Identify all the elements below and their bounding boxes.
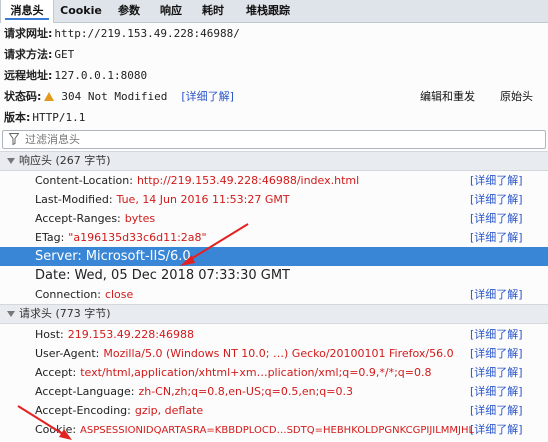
learn-more-link[interactable]: [详细了解] xyxy=(470,363,523,382)
header-value: close xyxy=(104,288,134,301)
method-row: 请求方法: GET xyxy=(4,45,74,65)
header-name: Date: xyxy=(35,268,71,283)
learn-more-link[interactable]: [详细了解] xyxy=(470,190,523,209)
request-headers-title: 请求头 (773 字节) xyxy=(19,307,111,320)
remote-address-value: 127.0.0.1:8080 xyxy=(54,69,148,82)
raw-headers-button[interactable]: 原始头 xyxy=(500,87,533,107)
header-row[interactable]: Accept-Ranges: bytes [详细了解] xyxy=(0,209,548,228)
response-headers-section-header[interactable]: 响应头 (267 字节) xyxy=(0,151,548,171)
learn-more-link[interactable]: [详细了解] xyxy=(470,420,523,439)
version-value: HTTP/1.1 xyxy=(32,111,86,124)
learn-more-link[interactable]: [详细了解] xyxy=(470,344,523,363)
tab-timing[interactable]: 耗时 xyxy=(194,0,232,22)
request-url-value: http://219.153.49.228:46988/ xyxy=(54,27,240,40)
method-label: 请求方法: xyxy=(4,48,53,61)
status-value: 304 Not Modified xyxy=(61,90,168,103)
response-headers-title: 响应头 (267 字节) xyxy=(19,154,111,167)
request-url-row: 请求网址: http://219.153.49.228:46988/ xyxy=(4,24,240,44)
header-name: ETag: xyxy=(35,231,65,244)
header-name: Connection: xyxy=(35,288,101,301)
remote-row: 远程地址: 127.0.0.1:8080 xyxy=(4,66,147,86)
header-row-selected[interactable]: Server: Microsoft-IIS/6.0 xyxy=(0,247,548,266)
tab-response[interactable]: 响应 xyxy=(152,0,190,22)
header-value: Tue, 14 Jun 2016 11:53:27 GMT xyxy=(116,193,290,206)
method-value: GET xyxy=(54,48,75,61)
header-row[interactable]: Date: Wed, 05 Dec 2018 07:33:30 GMT xyxy=(0,266,548,285)
learn-more-link[interactable]: [详细了解] xyxy=(470,228,523,247)
status-learn-more-link[interactable]: [详细了解] xyxy=(181,90,234,103)
header-name: Accept: xyxy=(35,366,77,379)
edit-resend-button[interactable]: 编辑和重发 xyxy=(420,87,475,107)
header-name: Accept-Language: xyxy=(35,385,135,398)
request-summary: 请求网址: http://219.153.49.228:46988/ 请求方法: G… xyxy=(0,23,548,130)
collapse-triangle-icon xyxy=(7,158,15,164)
header-row[interactable]: Accept-Encoding: gzip, deflate [详细了解] xyxy=(0,401,548,420)
header-value: http://219.153.49.228:46988/index.html xyxy=(136,174,360,187)
learn-more-link[interactable]: [详细了解] xyxy=(470,401,523,420)
header-value: Microsoft-IIS/6.0 xyxy=(85,249,191,264)
version-row: 版本: HTTP/1.1 xyxy=(4,108,85,128)
header-name: Last-Modified: xyxy=(35,193,113,206)
header-value: "a196135d33c6d11:2a8" xyxy=(68,231,207,244)
header-value: text/html,application/xhtml+xm…plication… xyxy=(80,366,432,379)
tab-bar: 消息头 Cookie 参数 响应 耗时 堆栈跟踪 xyxy=(0,0,548,23)
header-name: Accept-Ranges: xyxy=(35,212,121,225)
header-name: Accept-Encoding: xyxy=(35,404,131,417)
header-row[interactable]: Content-Location: http://219.153.49.228:4… xyxy=(0,171,548,190)
header-name: User-Agent: xyxy=(35,347,100,360)
header-value: gzip, deflate xyxy=(134,404,204,417)
header-value: ASPSESSIONIDQARTASRA=KBBDPLOCD…SDTQ=HEBH… xyxy=(80,425,475,436)
header-name: Cookie: xyxy=(35,423,77,436)
header-value: bytes xyxy=(124,212,156,225)
learn-more-link[interactable]: [详细了解] xyxy=(470,325,523,344)
header-row[interactable]: Connection: close [详细了解] xyxy=(0,285,548,304)
header-name: Content-Location: xyxy=(35,174,133,187)
learn-more-link[interactable]: [详细了解] xyxy=(470,171,523,190)
header-row[interactable]: Cookie: ASPSESSIONIDQARTASRA=KBBDPLOCD…SD… xyxy=(0,420,548,439)
learn-more-link[interactable]: [详细了解] xyxy=(470,285,523,304)
filter-headers-input[interactable] xyxy=(25,131,525,148)
version-label: 版本: xyxy=(4,111,31,124)
status-label: 状态码: xyxy=(4,90,42,103)
learn-more-link[interactable]: [详细了解] xyxy=(470,209,523,228)
tab-headers[interactable]: 消息头 xyxy=(0,0,54,23)
remote-address-label: 远程地址: xyxy=(4,69,53,82)
warning-icon xyxy=(44,92,55,101)
header-row[interactable]: Accept-Language: zh-CN,zh;q=0.8,en-US;q=0… xyxy=(0,382,548,401)
header-name: Server: xyxy=(35,249,82,264)
tab-params[interactable]: 参数 xyxy=(110,0,148,22)
tab-cookie[interactable]: Cookie xyxy=(56,0,106,22)
header-name: Host: xyxy=(35,328,64,341)
header-value: Wed, 05 Dec 2018 07:33:30 GMT xyxy=(74,268,290,283)
request-headers-section-header[interactable]: 请求头 (773 字节) xyxy=(0,304,548,324)
tab-stack-trace[interactable]: 堆栈跟踪 xyxy=(236,0,300,22)
header-value: 219.153.49.228:46988 xyxy=(67,328,194,341)
filter-icon xyxy=(9,133,19,145)
header-value: Mozilla/5.0 (Windows NT 10.0; …) Gecko/2… xyxy=(103,347,454,360)
status-row: 状态码: 304 Not Modified [详细了解] xyxy=(4,87,234,107)
header-row[interactable]: Host: 219.153.49.228:46988 [详细了解] xyxy=(0,325,548,344)
header-row[interactable]: Accept: text/html,application/xhtml+xm…pl… xyxy=(0,363,548,382)
header-value: zh-CN,zh;q=0.8,en-US;q=0.5,en;q=0.3 xyxy=(138,385,353,398)
header-row[interactable]: Last-Modified: Tue, 14 Jun 2016 11:53:27 … xyxy=(0,190,548,209)
header-row[interactable]: ETag: "a196135d33c6d11:2a8" [详细了解] xyxy=(0,228,548,247)
collapse-triangle-icon xyxy=(7,311,15,317)
filter-box[interactable] xyxy=(2,130,546,149)
request-url-label: 请求网址: xyxy=(4,27,53,40)
learn-more-link[interactable]: [详细了解] xyxy=(470,382,523,401)
header-row[interactable]: User-Agent: Mozilla/5.0 (Windows NT 10.0;… xyxy=(0,344,548,363)
